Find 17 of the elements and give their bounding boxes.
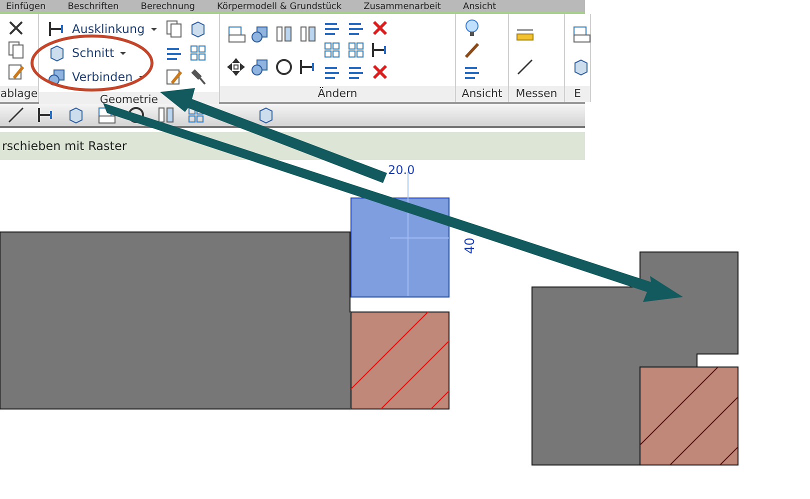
ribbon-tab[interactable]: Körpermodell & Grundstück bbox=[217, 3, 342, 12]
ribbon-button[interactable]: Ausklinkung bbox=[45, 18, 160, 40]
ribbon-tab[interactable]: Zusammenarbeit bbox=[364, 3, 441, 12]
ribbon-tab[interactable]: Beschriften bbox=[68, 3, 119, 12]
panel-title: Messen bbox=[509, 86, 564, 102]
dimension-label: 20.0 bbox=[388, 163, 415, 177]
panel-title: Ändern bbox=[220, 86, 455, 102]
ribbon-tab[interactable]: Einfügen bbox=[6, 3, 46, 12]
dimension-label: 40 bbox=[463, 237, 478, 254]
ribbon-tab[interactable]: Berechnung bbox=[140, 3, 195, 12]
ribbon-tab[interactable]: Ansicht bbox=[462, 3, 496, 12]
status-message: rschieben mit Raster bbox=[0, 132, 585, 160]
panel-title: Ansicht bbox=[456, 86, 508, 102]
ribbon-button[interactable]: Verbinden bbox=[45, 66, 160, 88]
panel-title: E bbox=[565, 86, 590, 102]
panel-title: ablage bbox=[0, 86, 38, 102]
ribbon-button[interactable]: Schnitt bbox=[45, 42, 160, 64]
